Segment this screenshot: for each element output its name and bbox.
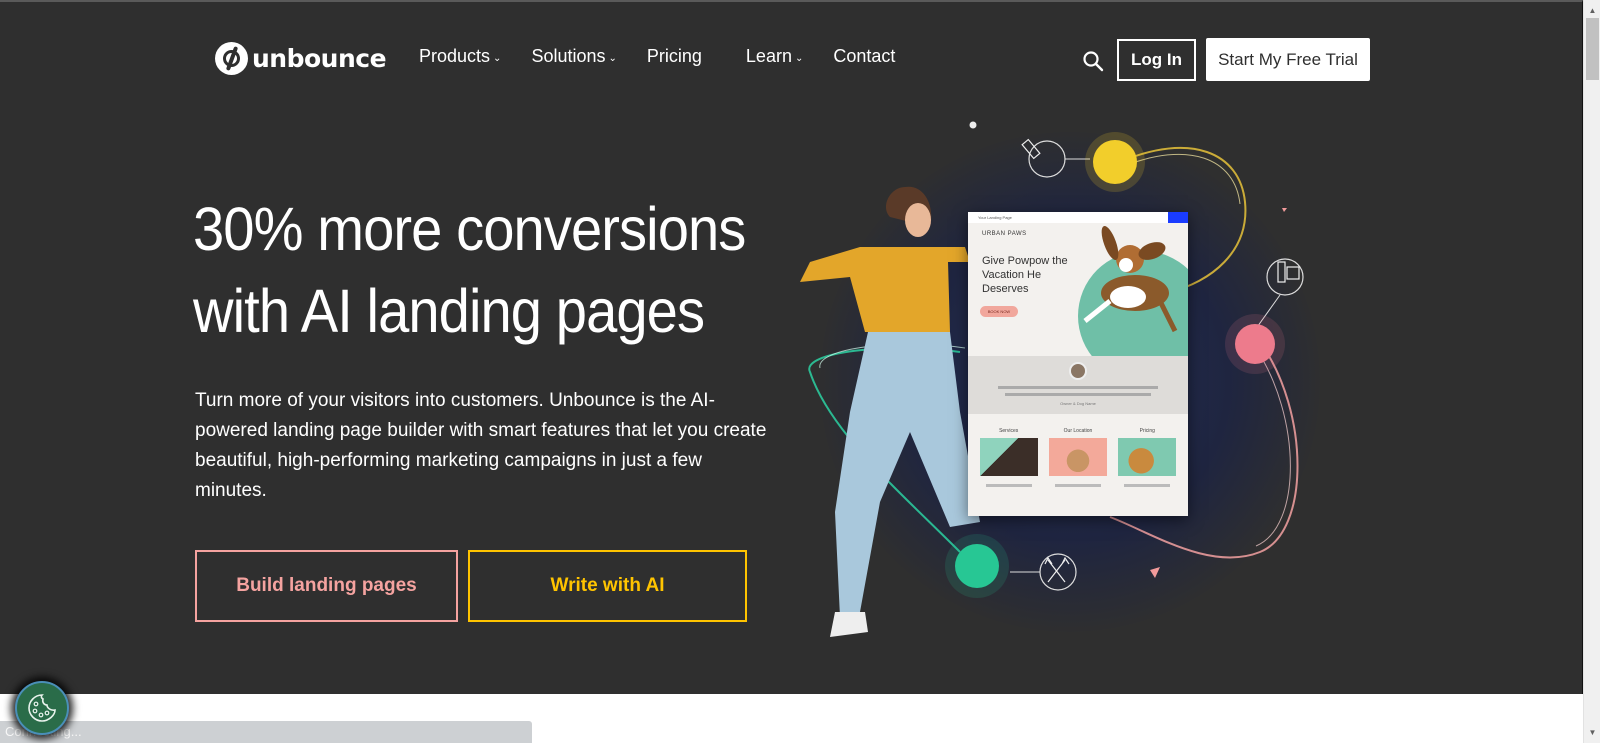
start-free-trial-button[interactable]: Start My Free Trial: [1206, 38, 1370, 81]
hero-title-line-1: 30% more conversions: [193, 195, 746, 263]
nav-pricing-label: Pricing: [646, 46, 702, 66]
nav-pricing[interactable]: Pricing: [647, 46, 702, 67]
card-image: [1118, 438, 1177, 476]
nav-contact[interactable]: Contact: [833, 46, 895, 67]
person-face: [905, 203, 931, 237]
vertical-scrollbar[interactable]: ▲ ▼: [1583, 0, 1600, 743]
mockup-testimonial-name: Owner & Dog Name: [1060, 401, 1096, 406]
nav-products[interactable]: Products ⌄: [419, 46, 501, 67]
person-sweater: [800, 247, 970, 332]
mockup-headline: Give Powpow the Vacation He Deserves: [982, 255, 1068, 295]
card-image: [979, 438, 1038, 476]
mockup-card: Services: [979, 428, 1038, 487]
unbounce-logo[interactable]: unbounce: [215, 42, 387, 75]
nav-solutions-label: Solutions: [531, 46, 606, 66]
page: unbounce Products ⌄ Solutions ⌄ Pricing …: [0, 0, 1583, 743]
scroll-up-arrow-icon[interactable]: ▲: [1584, 2, 1600, 19]
dog-image: [1083, 225, 1178, 333]
mockup-card: Pricing: [1118, 428, 1177, 487]
landing-page-mockup: Your Landing Page URBAN PAWS Give Powpow…: [968, 212, 1188, 516]
mockup-card-title: Services: [999, 428, 1019, 434]
mockup-cards: Services Our Location Pricing: [968, 414, 1188, 487]
mockup-card-title: Pricing: [1139, 428, 1155, 434]
mockup-avatar: [1069, 362, 1087, 380]
mockup-tab-title: Your Landing Page: [978, 215, 1012, 220]
hero-title-line-2: with AI landing pages: [193, 277, 705, 345]
mockup-card-title: Our Location: [1063, 428, 1093, 434]
nav-contact-label: Contact: [833, 46, 896, 66]
scroll-down-arrow-icon[interactable]: ▼: [1584, 724, 1600, 741]
write-with-ai-button[interactable]: Write with AI: [468, 550, 747, 622]
chevron-down-icon: ⌄: [493, 52, 502, 64]
logo-text: unbounce: [252, 44, 387, 73]
main-nav: Products ⌄ Solutions ⌄ Pricing Learn ⌄ C…: [419, 46, 925, 67]
nav-learn[interactable]: Learn ⌄: [746, 46, 803, 67]
logo-mark-icon: [215, 42, 248, 75]
chevron-down-icon: ⌄: [794, 52, 804, 64]
mockup-book-button: BOOK NOW: [980, 306, 1018, 317]
hero-illustration: Your Landing Page URBAN PAWS Give Powpow…: [790, 112, 1330, 642]
nav-solutions[interactable]: Solutions ⌄: [531, 46, 616, 67]
mockup-hero: URBAN PAWS Give Powpow the Vacation He D…: [968, 225, 1188, 381]
nav-learn-label: Learn: [745, 46, 792, 66]
search-icon[interactable]: [1082, 50, 1104, 72]
hero-subtitle: Turn more of your visitors into customer…: [195, 390, 767, 501]
cookie-settings-button[interactable]: [15, 681, 69, 735]
mockup-testimonial: Owner & Dog Name: [968, 356, 1188, 414]
mockup-card: Our Location: [1048, 428, 1107, 487]
card-image: [1048, 438, 1107, 476]
build-landing-pages-button[interactable]: Build landing pages: [195, 550, 458, 622]
cookie-icon: [28, 694, 56, 722]
nav-products-label: Products: [419, 46, 491, 66]
login-button[interactable]: Log In: [1116, 38, 1197, 82]
hero-section: unbounce Products ⌄ Solutions ⌄ Pricing …: [0, 0, 1583, 694]
hero-title: 30% more conversions with AI landing pag…: [193, 188, 763, 352]
chevron-down-icon: ⌄: [608, 52, 617, 64]
person-shoe: [830, 612, 868, 637]
scrollbar-thumb[interactable]: [1586, 18, 1599, 80]
